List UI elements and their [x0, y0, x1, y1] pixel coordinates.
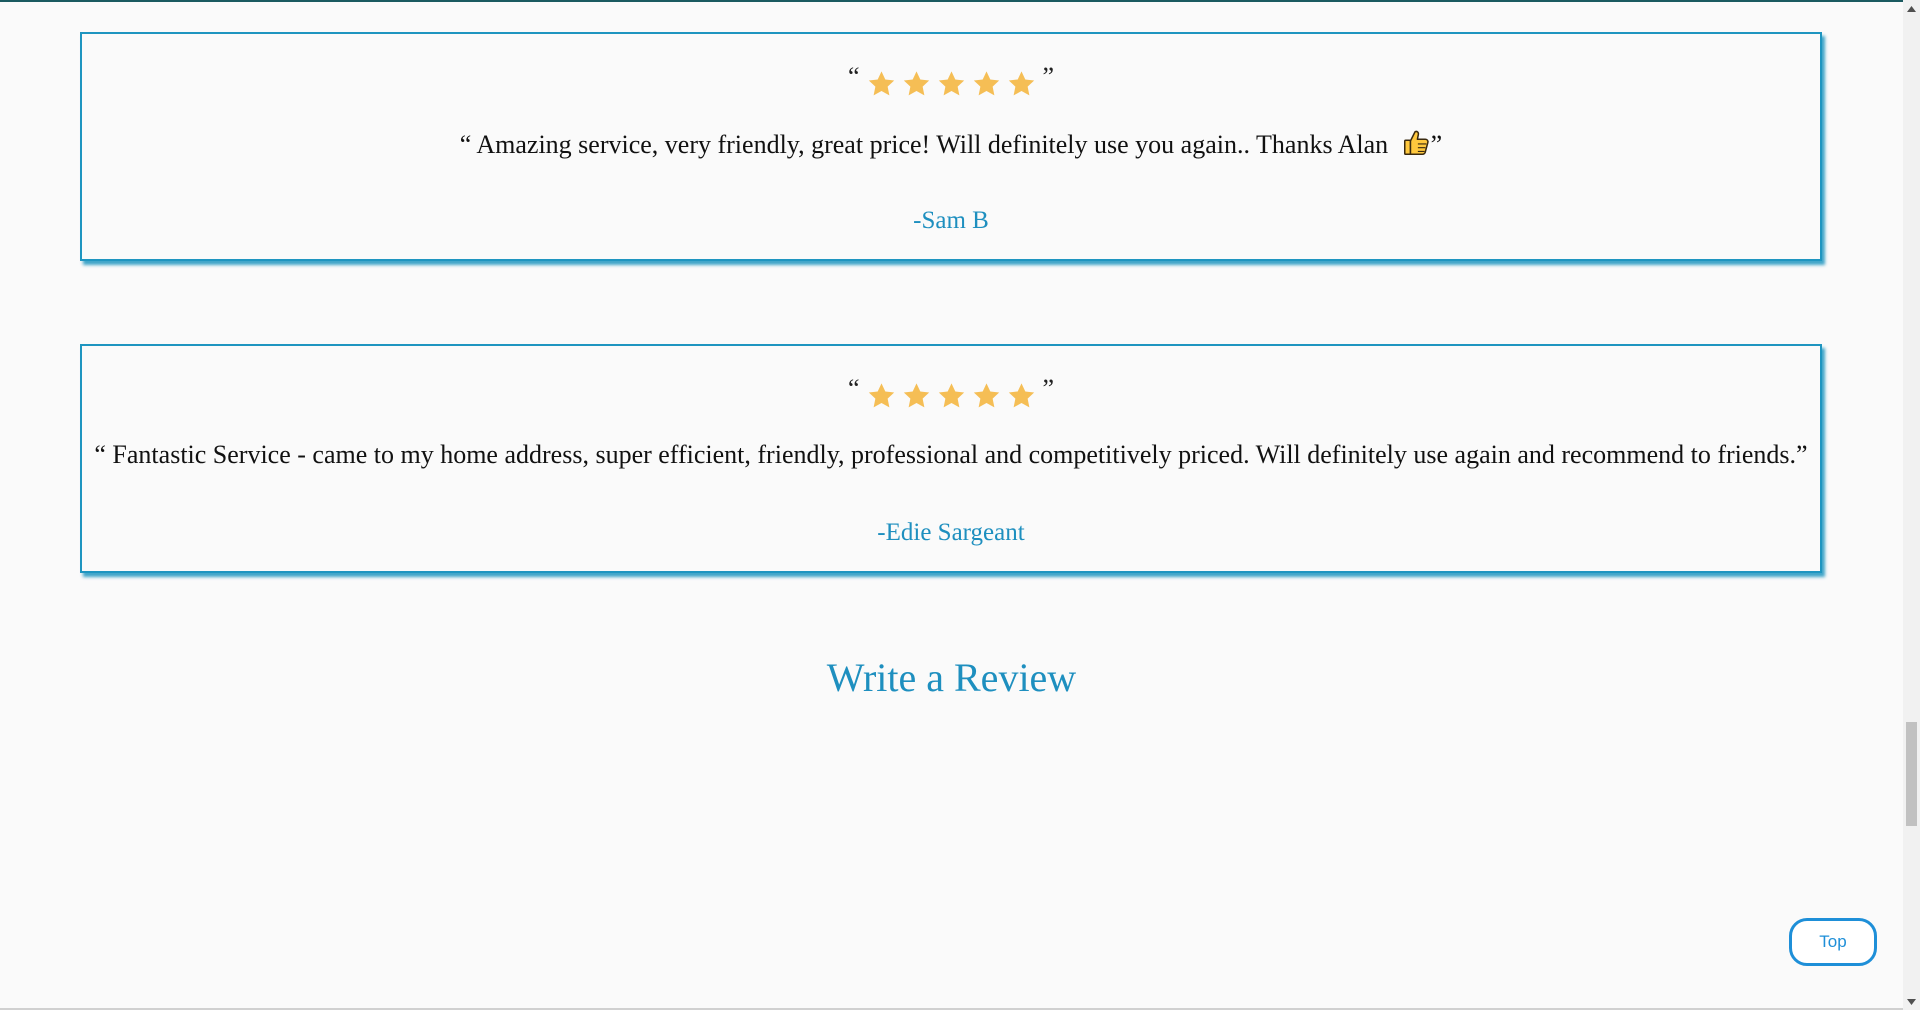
star-rating: “ ”: [82, 64, 1820, 102]
star-icon: [1004, 380, 1039, 414]
review-author: -Sam B: [913, 207, 989, 234]
review-text: “ Fantastic Service - came to my home ad…: [94, 440, 1808, 469]
write-review-heading: Write a Review: [826, 655, 1077, 700]
rating-close-quote: ”: [1042, 62, 1055, 91]
star-icon: [969, 68, 1004, 102]
review-text: “ Amazing service, very friendly, great …: [82, 128, 1820, 160]
rating-close-quote: ”: [1042, 374, 1055, 403]
star-icon: [864, 68, 899, 102]
rating-open-quote: “: [847, 62, 860, 91]
review-author: -Edie Sargeant: [877, 519, 1025, 546]
star-icon: [934, 68, 969, 102]
review-card: “ ” “ Fantastic Service - came to my hom…: [80, 344, 1822, 573]
scrollbar-thumb[interactable]: [1906, 722, 1917, 826]
back-to-top-button[interactable]: Top: [1789, 918, 1877, 966]
top-divider: [0, 0, 1903, 2]
star-icon: [969, 380, 1004, 414]
vertical-scrollbar[interactable]: [1903, 0, 1920, 1010]
star-icon: [899, 68, 934, 102]
scroll-up-arrow-icon[interactable]: [1903, 0, 1920, 17]
rating-open-quote: “: [847, 374, 860, 403]
star-icon: [864, 380, 899, 414]
review-text-end: ”: [1430, 130, 1443, 159]
review-card: “ ” “ Amazing service, very friendly, gr…: [80, 32, 1822, 261]
star-rating: “ ”: [82, 376, 1820, 414]
thumbs-up-icon: [1401, 128, 1431, 158]
review-text-body: “ Amazing service, very friendly, great …: [459, 130, 1395, 159]
star-icon: [899, 380, 934, 414]
scroll-down-arrow-icon[interactable]: [1903, 993, 1920, 1010]
page: “ ” “ Amazing service, very friendly, gr…: [0, 0, 1920, 1010]
star-icon: [934, 380, 969, 414]
star-icon: [1004, 68, 1039, 102]
